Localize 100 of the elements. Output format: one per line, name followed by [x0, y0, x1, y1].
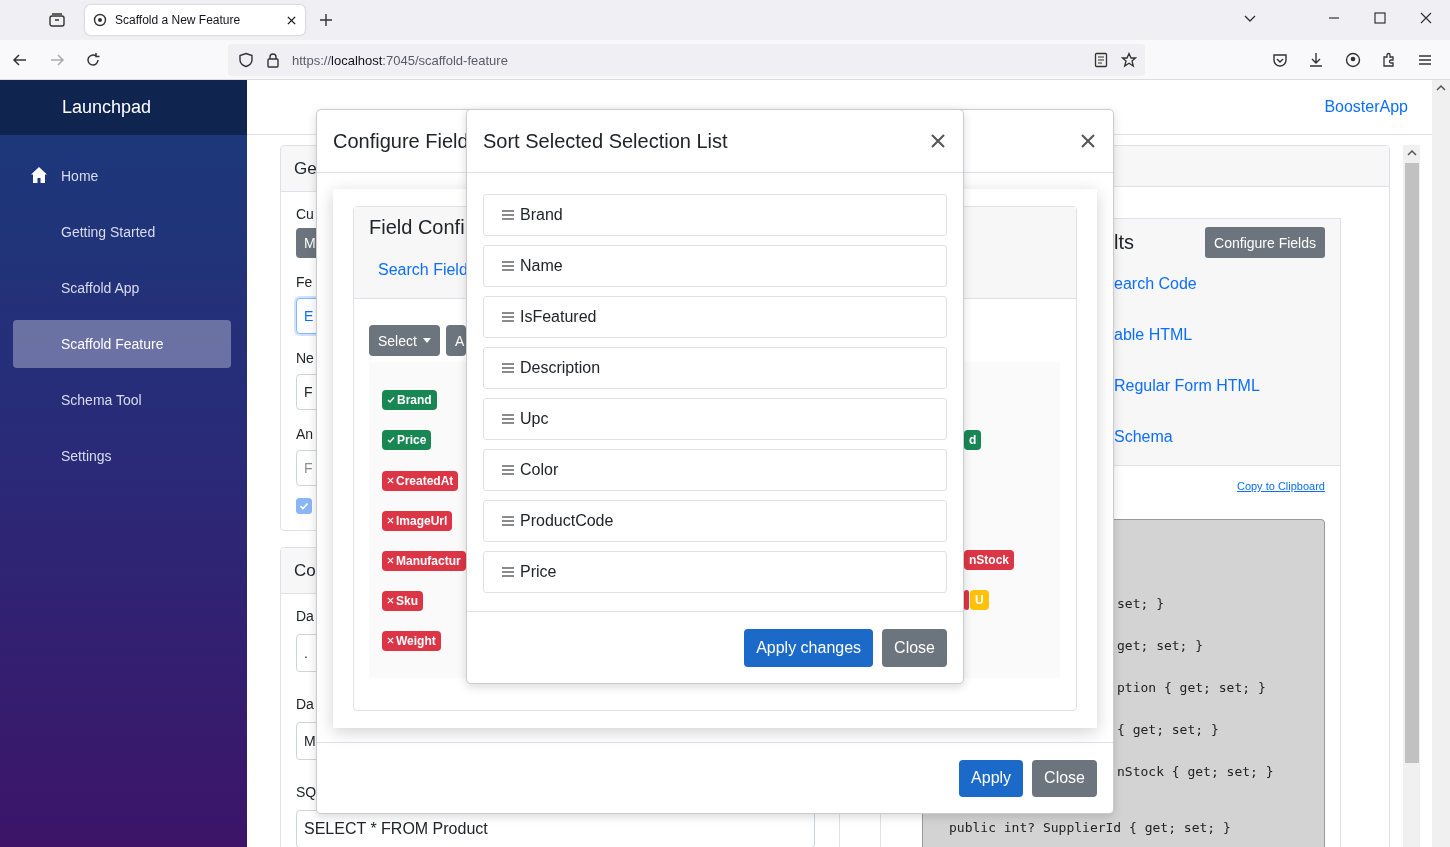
drag-handle-icon[interactable]	[502, 363, 514, 373]
field-label: Da	[296, 607, 314, 626]
field-label: Ne	[296, 349, 314, 368]
cross-icon	[387, 517, 394, 524]
card-title: lts	[1114, 231, 1134, 254]
menu-icon[interactable]	[1417, 52, 1433, 68]
close-icon	[929, 132, 947, 150]
drag-handle-icon[interactable]	[502, 312, 514, 322]
code-link[interactable]: Regular Form HTML	[1114, 376, 1325, 396]
drag-handle-icon[interactable]	[502, 261, 514, 271]
sidebar-item[interactable]: Home	[13, 152, 231, 200]
tag[interactable]: nStock	[964, 550, 1014, 570]
maximize-icon[interactable]	[1374, 11, 1386, 25]
card-title: Field Confi	[369, 215, 466, 239]
sidebar-item[interactable]: Schema Tool	[13, 376, 231, 424]
field-label: An	[296, 425, 314, 444]
checkbox[interactable]	[296, 498, 312, 514]
apply-button[interactable]: Apply	[959, 759, 1024, 797]
home-icon	[30, 166, 48, 184]
scrollbar-thumb[interactable]	[1404, 163, 1419, 763]
scrollbar[interactable]	[1403, 145, 1420, 847]
tag[interactable]: Manufactur	[382, 550, 466, 571]
sortable-item[interactable]: Price	[483, 551, 947, 593]
sortable-item[interactable]: Description	[483, 347, 947, 389]
sidebar-item[interactable]: Scaffold Feature	[13, 320, 231, 368]
code-link[interactable]: able HTML	[1114, 325, 1325, 345]
tag[interactable]: CreatedAt	[382, 470, 459, 491]
scrollbar[interactable]	[1432, 80, 1450, 847]
tag[interactable]: d	[964, 430, 982, 450]
new-tab-icon[interactable]	[319, 13, 333, 27]
sortable-item[interactable]: ProductCode	[483, 500, 947, 542]
close-button[interactable]: Close	[1032, 759, 1097, 797]
drag-handle-icon[interactable]	[502, 465, 514, 475]
drag-handle-icon[interactable]	[502, 414, 514, 424]
configure-fields-button[interactable]: Configure Fields	[1205, 227, 1325, 258]
tag[interactable]: Price	[382, 430, 432, 450]
code-line: get; set; }	[1117, 638, 1204, 653]
cross-icon	[387, 477, 394, 484]
sortable-item[interactable]: Upc	[483, 398, 947, 440]
address-bar[interactable]: https://localhost:7045/scaffold-feature	[228, 44, 1145, 76]
check-icon	[387, 396, 395, 404]
code-line: nStock { get; set; }	[1117, 764, 1274, 779]
field-label: Cu	[296, 205, 314, 224]
item-label: Color	[520, 461, 559, 479]
check-icon	[299, 501, 309, 511]
input-field[interactable]: SELECT * FROM Product	[296, 810, 815, 847]
apply-changes-button[interactable]: Apply changes	[744, 628, 874, 667]
code-line: public int? SupplierId { get; set; }	[949, 820, 1231, 835]
tag[interactable]	[964, 590, 969, 610]
sidebar-item[interactable]: Scaffold App	[13, 264, 231, 312]
code-line: set; }	[1117, 596, 1164, 611]
sortable-item[interactable]: Name	[483, 245, 947, 287]
sortable-item[interactable]: IsFeatured	[483, 296, 947, 338]
star-icon[interactable]	[1121, 52, 1137, 68]
drag-handle-icon[interactable]	[502, 567, 514, 577]
download-icon[interactable]	[1308, 52, 1324, 68]
code-link[interactable]: earch Code	[1114, 274, 1325, 294]
item-label: Name	[520, 257, 563, 275]
scroll-up-icon[interactable]	[1406, 149, 1417, 157]
sortable-item[interactable]: Color	[483, 449, 947, 491]
item-label: Price	[520, 563, 557, 581]
tag[interactable]: Sku	[382, 590, 423, 611]
copy-link[interactable]: Copy to Clipboard	[1236, 480, 1325, 492]
caret-icon	[422, 338, 431, 343]
tab-list-icon[interactable]	[49, 13, 65, 27]
url-text: https://localhost:7045/scaffold-feature	[292, 52, 508, 68]
item-label: Brand	[520, 206, 563, 224]
tag[interactable]: ImageUrl	[382, 510, 453, 531]
sortable-item[interactable]: Brand	[483, 194, 947, 236]
field-label: SQ	[296, 783, 317, 802]
drag-handle-icon[interactable]	[502, 210, 514, 220]
tag[interactable]: Weight	[382, 630, 441, 651]
code-line: ption { get; set; }	[1117, 680, 1266, 695]
pocket-icon[interactable]	[1272, 52, 1288, 68]
back-icon[interactable]	[12, 52, 28, 68]
close-icon	[1079, 132, 1097, 150]
code-link[interactable]: Schema	[1114, 427, 1325, 447]
reader-view-icon[interactable]	[1094, 52, 1108, 68]
close-icon[interactable]	[1420, 11, 1432, 25]
item-label: Upc	[520, 410, 549, 428]
item-label: ProductCode	[520, 512, 614, 530]
tag[interactable]: Brand	[382, 390, 437, 410]
shield-icon[interactable]	[238, 52, 254, 68]
cross-icon	[387, 637, 394, 644]
drag-handle-icon[interactable]	[502, 516, 514, 526]
lock-icon[interactable]	[266, 52, 280, 68]
sidebar-item[interactable]: Getting Started	[13, 208, 231, 256]
target-icon	[93, 13, 107, 27]
account-icon[interactable]	[1345, 52, 1361, 68]
select-dropdown-button[interactable]: Select	[369, 325, 440, 356]
sidebar-item[interactable]: Settings	[13, 432, 231, 480]
scroll-up-icon[interactable]	[1436, 84, 1446, 92]
close-button[interactable]: Close	[882, 628, 947, 667]
browser-tab[interactable]: Scaffold a New Feature	[85, 5, 305, 35]
action-button[interactable]: A	[445, 325, 466, 356]
app-link[interactable]: BoosterApp	[1324, 98, 1408, 116]
puzzle-icon[interactable]	[1381, 52, 1397, 68]
field-label: Da	[296, 695, 314, 714]
app-brand: Launchpad	[62, 97, 152, 118]
reload-icon[interactable]	[85, 52, 101, 68]
